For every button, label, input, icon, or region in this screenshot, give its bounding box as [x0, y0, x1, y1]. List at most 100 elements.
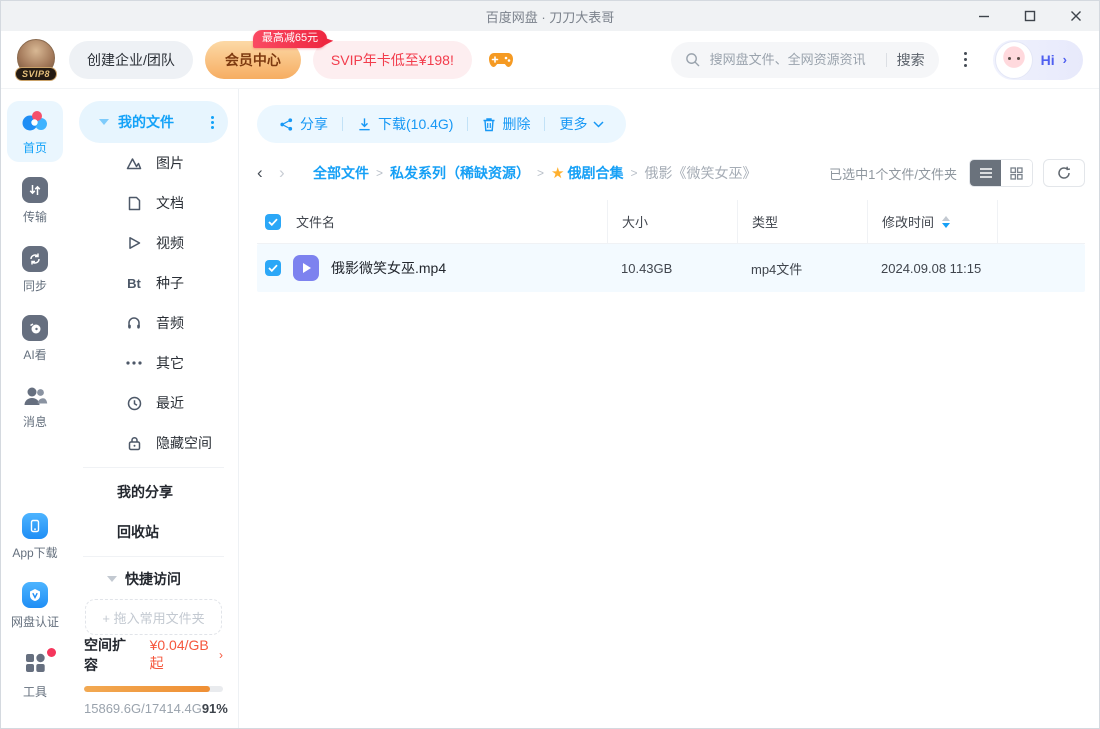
- sidebar-divider: [83, 467, 224, 468]
- ellipsis-icon: [125, 361, 143, 365]
- bt-icon: Bt: [125, 276, 143, 291]
- category-label: 种子: [156, 273, 184, 293]
- storage-price[interactable]: ¥0.04/GB起: [150, 637, 217, 673]
- sidebar-item-others[interactable]: 其它: [79, 343, 228, 383]
- my-files-label: 我的文件: [118, 112, 174, 132]
- sidebar-divider: [83, 556, 224, 557]
- game-icon[interactable]: [488, 50, 514, 70]
- user-avatar[interactable]: SVIP8: [15, 39, 57, 81]
- file-name[interactable]: 俄影微笑女巫.mp4: [331, 258, 446, 278]
- selection-status: 已选中1个文件/文件夹: [829, 164, 957, 183]
- rail-label: 工具: [23, 683, 47, 700]
- rail-item-ai-view[interactable]: AI看: [7, 308, 63, 369]
- svip-promo-button[interactable]: SVIP年卡低至¥198!: [313, 41, 472, 79]
- column-header-name[interactable]: 文件名: [296, 212, 335, 231]
- rail-label: AI看: [23, 346, 46, 363]
- breadcrumb-series[interactable]: 私发系列（稀缺资源）: [390, 163, 530, 183]
- create-team-button[interactable]: 创建企业/团队: [69, 41, 193, 79]
- rail-item-transfer[interactable]: 传输: [7, 170, 63, 231]
- account-pill[interactable]: Hi ›: [993, 40, 1083, 80]
- download-button[interactable]: 下载(10.4G): [357, 114, 453, 134]
- clock-icon: [125, 396, 143, 411]
- maximize-button[interactable]: [1007, 1, 1053, 31]
- toolbar-divider: [342, 117, 343, 131]
- greeting-text: Hi: [1041, 52, 1055, 68]
- delete-button[interactable]: 删除: [482, 114, 530, 134]
- category-label: 最近: [156, 393, 184, 413]
- search-divider: [886, 53, 887, 67]
- notification-dot: [47, 648, 56, 657]
- table-header: 文件名 大小 类型 修改时间: [257, 200, 1085, 244]
- grid-view-button[interactable]: [1001, 160, 1032, 186]
- tools-icon: [23, 651, 47, 675]
- sidebar-item-hidden-space[interactable]: 隐藏空间: [79, 423, 228, 463]
- storage-panel: 空间扩容 ¥0.04/GB起 › 15869.6G/17414.4G91%: [79, 635, 228, 716]
- discount-ribbon: 最高减65元: [253, 30, 327, 48]
- sidebar-item-documents[interactable]: 文档: [79, 183, 228, 223]
- select-all-checkbox[interactable]: [265, 214, 281, 230]
- rail-item-tools[interactable]: 工具: [7, 644, 63, 706]
- member-center-wrap: 会员中心 最高减65元: [205, 41, 301, 79]
- sidebar-item-my-shares[interactable]: 我的分享: [79, 472, 228, 512]
- rail-label: 同步: [23, 277, 47, 294]
- category-label: 音频: [156, 313, 184, 333]
- more-menu-icon[interactable]: [951, 42, 981, 78]
- nav-forward-button[interactable]: ›: [279, 163, 301, 183]
- more-button[interactable]: 更多: [559, 114, 604, 134]
- search-button[interactable]: 搜索: [897, 50, 925, 70]
- column-header-spacer: [997, 200, 1085, 243]
- sidebar-item-torrents[interactable]: Bt 种子: [79, 263, 228, 303]
- storage-progress-fill: [84, 686, 210, 692]
- rail-item-app-download[interactable]: App下载: [7, 506, 63, 567]
- storage-usage-percent: 91%: [202, 701, 228, 716]
- minimize-button[interactable]: [961, 1, 1007, 31]
- row-checkbox[interactable]: [265, 260, 281, 276]
- share-button[interactable]: 分享: [279, 114, 328, 134]
- close-button[interactable]: [1053, 1, 1099, 31]
- search-input[interactable]: [708, 51, 876, 68]
- video-file-icon: [293, 255, 319, 281]
- sidebar-item-recycle-bin[interactable]: 回收站: [79, 512, 228, 552]
- chevron-down-icon: [593, 121, 604, 128]
- column-header-size[interactable]: 大小: [607, 200, 737, 243]
- nav-back-button[interactable]: ‹: [257, 163, 279, 183]
- share-label: 分享: [300, 114, 328, 134]
- column-header-type[interactable]: 类型: [737, 200, 867, 243]
- window-controls: [961, 1, 1099, 31]
- sidebar-item-audio[interactable]: 音频: [79, 303, 228, 343]
- table-row[interactable]: 俄影微笑女巫.mp4 10.43GB mp4文件 2024.09.08 11:1…: [257, 244, 1085, 292]
- rail-item-verify[interactable]: 网盘认证: [7, 575, 63, 636]
- rail-label: 首页: [23, 139, 47, 156]
- app-header: SVIP8 创建企业/团队 会员中心 最高减65元 SVIP年卡低至¥198! …: [1, 31, 1099, 89]
- file-size: 10.43GB: [607, 244, 737, 292]
- rail-item-home[interactable]: 首页: [7, 101, 63, 162]
- sidebar-item-recent[interactable]: 最近: [79, 383, 228, 423]
- sidebar-item-videos[interactable]: 视频: [79, 223, 228, 263]
- my-files-menu-icon[interactable]: [211, 116, 214, 129]
- storage-expand-label[interactable]: 空间扩容: [84, 635, 136, 675]
- column-header-modified[interactable]: 修改时间: [867, 200, 997, 243]
- delete-label: 删除: [502, 114, 530, 134]
- refresh-button[interactable]: [1043, 159, 1085, 187]
- breadcrumb-bar: ‹ › 全部文件 > 私发系列（稀缺资源） > ★ 俄剧合集 > 俄影《微笑女巫…: [257, 158, 1085, 188]
- home-logo-icon: [21, 108, 49, 134]
- caret-down-icon: [99, 119, 109, 125]
- sidebar-item-my-files[interactable]: 我的文件: [79, 101, 228, 143]
- sidebar-item-quick-access[interactable]: 快捷访问: [79, 561, 228, 597]
- list-view-button[interactable]: [970, 160, 1001, 186]
- category-label: 视频: [156, 233, 184, 253]
- sort-icon[interactable]: [942, 216, 950, 228]
- body-row: 首页 传输 同步 AI看: [1, 89, 1099, 728]
- more-label: 更多: [559, 114, 587, 134]
- caret-down-icon: [107, 576, 117, 582]
- drop-folder-hint[interactable]: + 拖入常用文件夹: [85, 599, 222, 635]
- sidebar-item-images[interactable]: 图片: [79, 143, 228, 183]
- download-label: 下载(10.4G): [378, 114, 453, 134]
- breadcrumb-collection[interactable]: 俄剧合集: [567, 163, 623, 183]
- quick-access-label: 快捷访问: [125, 569, 181, 589]
- view-toggle: [969, 159, 1033, 187]
- rail-item-messages[interactable]: 消息: [7, 377, 63, 436]
- breadcrumb-all-files[interactable]: 全部文件: [313, 163, 369, 183]
- rail-item-sync[interactable]: 同步: [7, 239, 63, 300]
- breadcrumb-current: 俄影《微笑女巫》: [645, 163, 757, 183]
